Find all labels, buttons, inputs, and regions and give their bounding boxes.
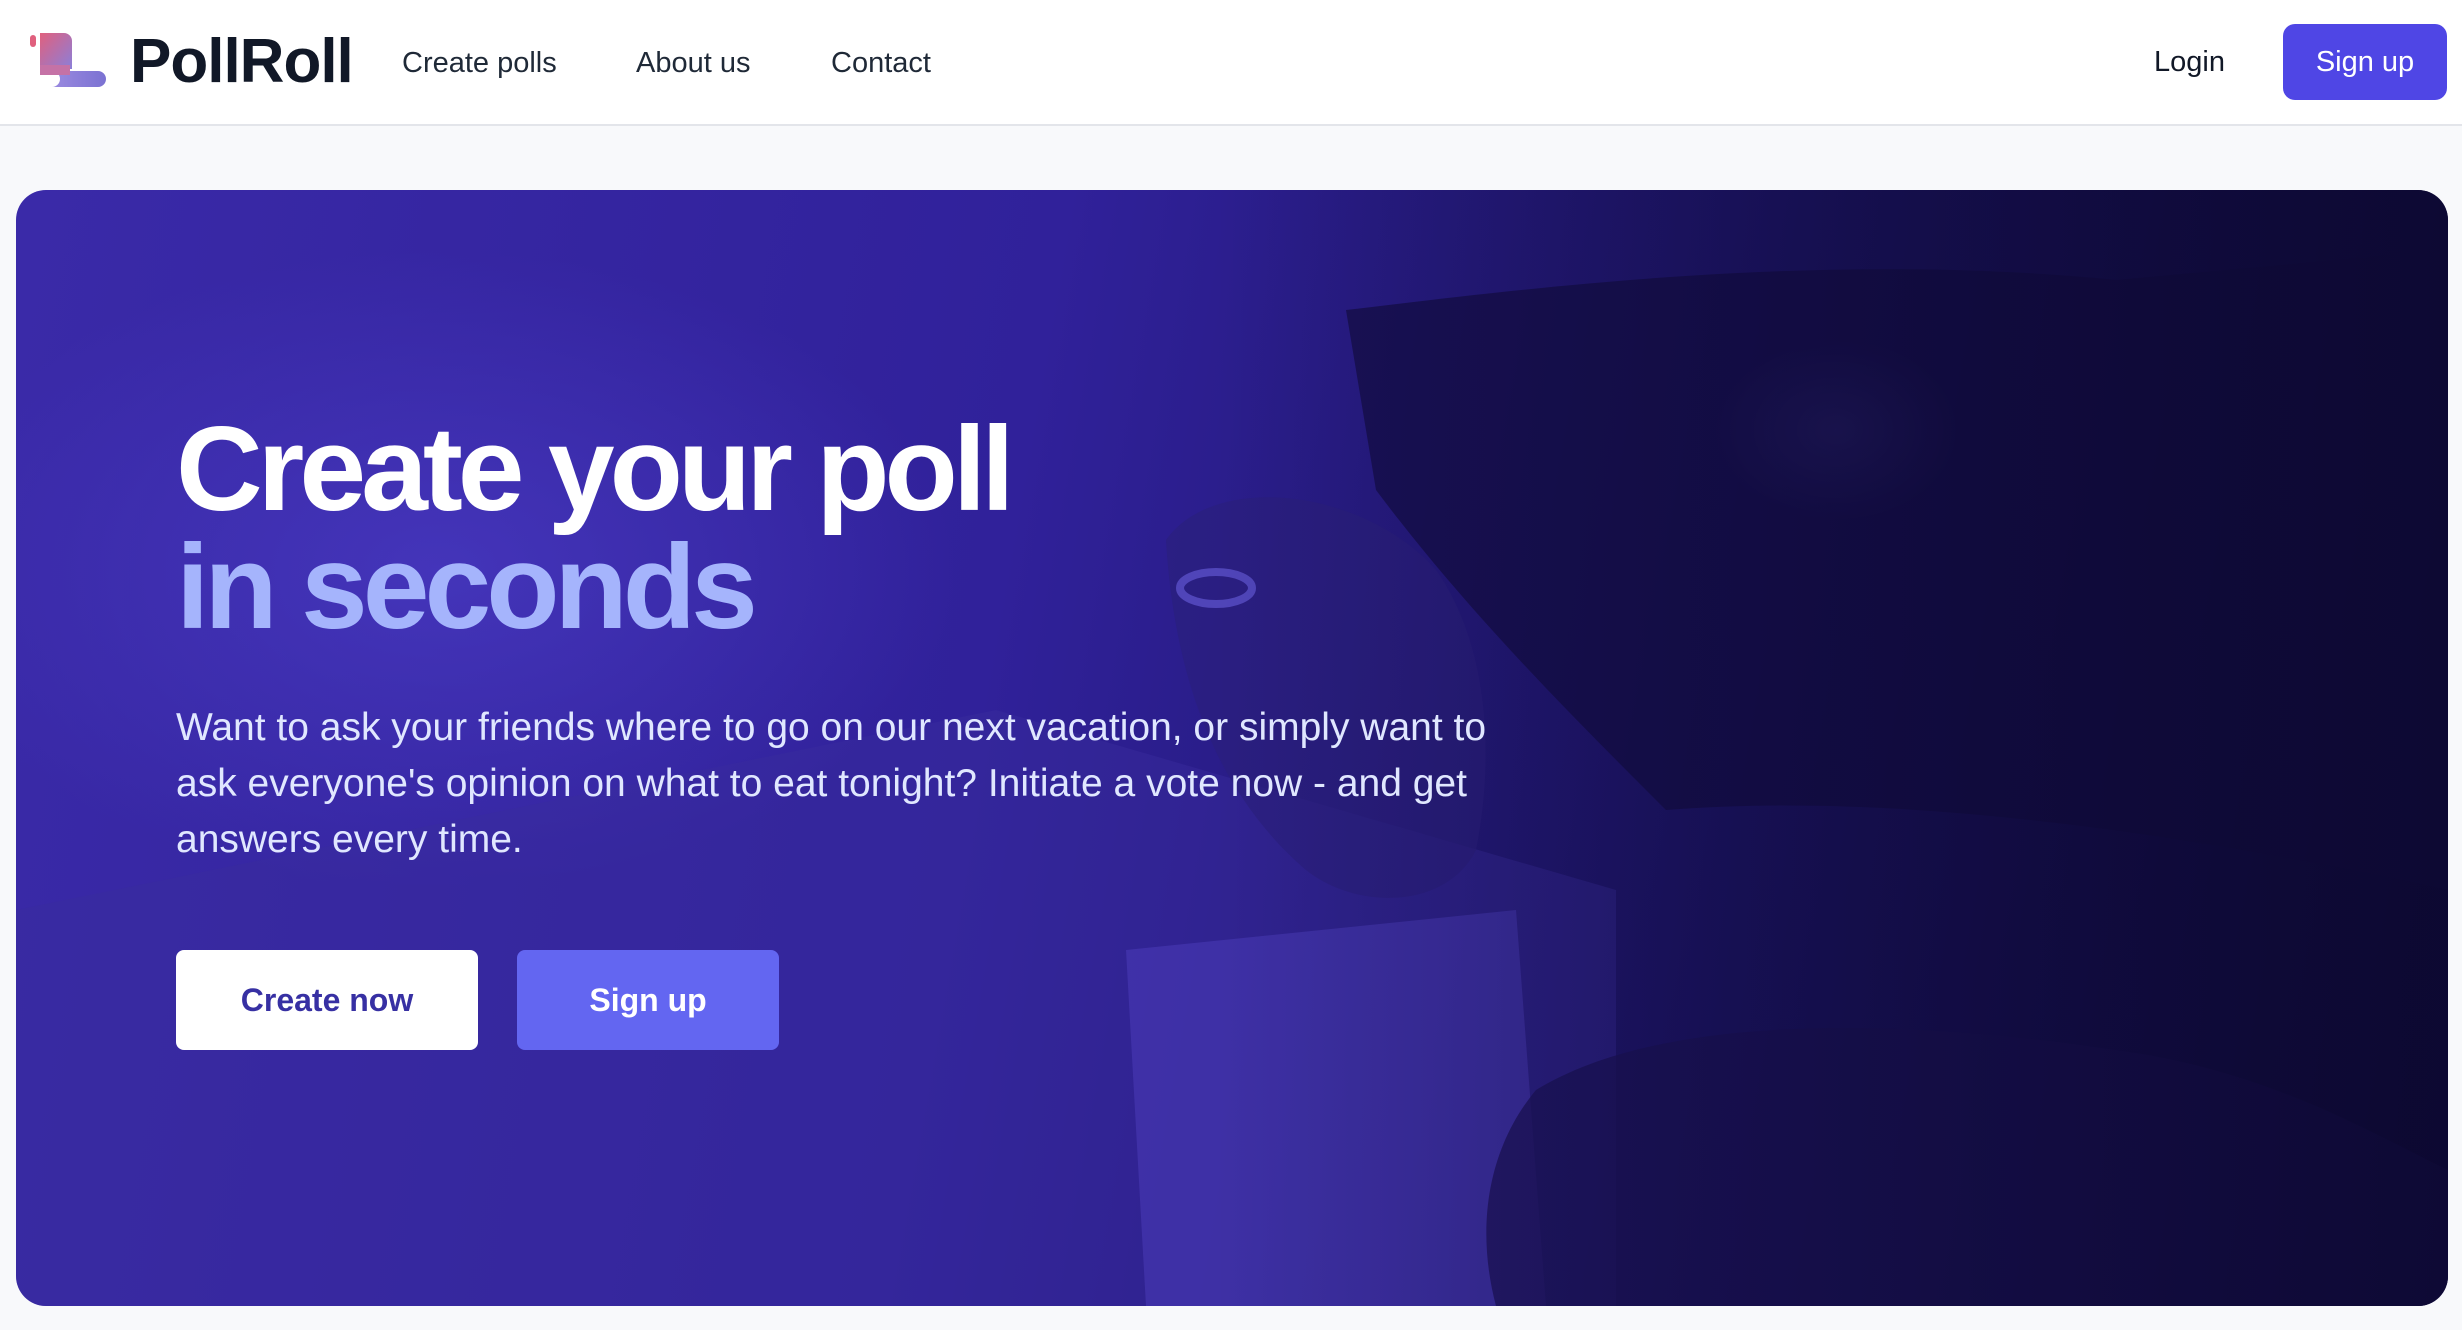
brand-name: PollRoll [130,27,354,96]
hero-section: Create your poll in seconds Want to ask … [16,190,2448,1306]
create-now-button[interactable]: Create now [176,950,478,1050]
scroll-logo-icon [30,33,106,87]
hero-description: Want to ask your friends where to go on … [176,706,1487,861]
signup-button[interactable]: Sign up [2283,24,2447,100]
hero-title: Create your poll in seconds [176,402,1015,654]
nav-link-create-polls[interactable]: Create polls [402,45,557,81]
login-link[interactable]: Login [2154,44,2225,80]
nav-link-about-us[interactable]: About us [636,45,750,81]
brand[interactable]: PollRoll [30,27,354,96]
hero-title-line-1: Create your poll [176,402,1015,536]
nav-link-contact[interactable]: Contact [831,45,931,81]
hero-signup-button[interactable]: Sign up [517,950,779,1050]
hero-title-line-2: in seconds [176,520,758,654]
top-navbar: PollRoll Create polls About us Contact L… [0,0,2462,126]
